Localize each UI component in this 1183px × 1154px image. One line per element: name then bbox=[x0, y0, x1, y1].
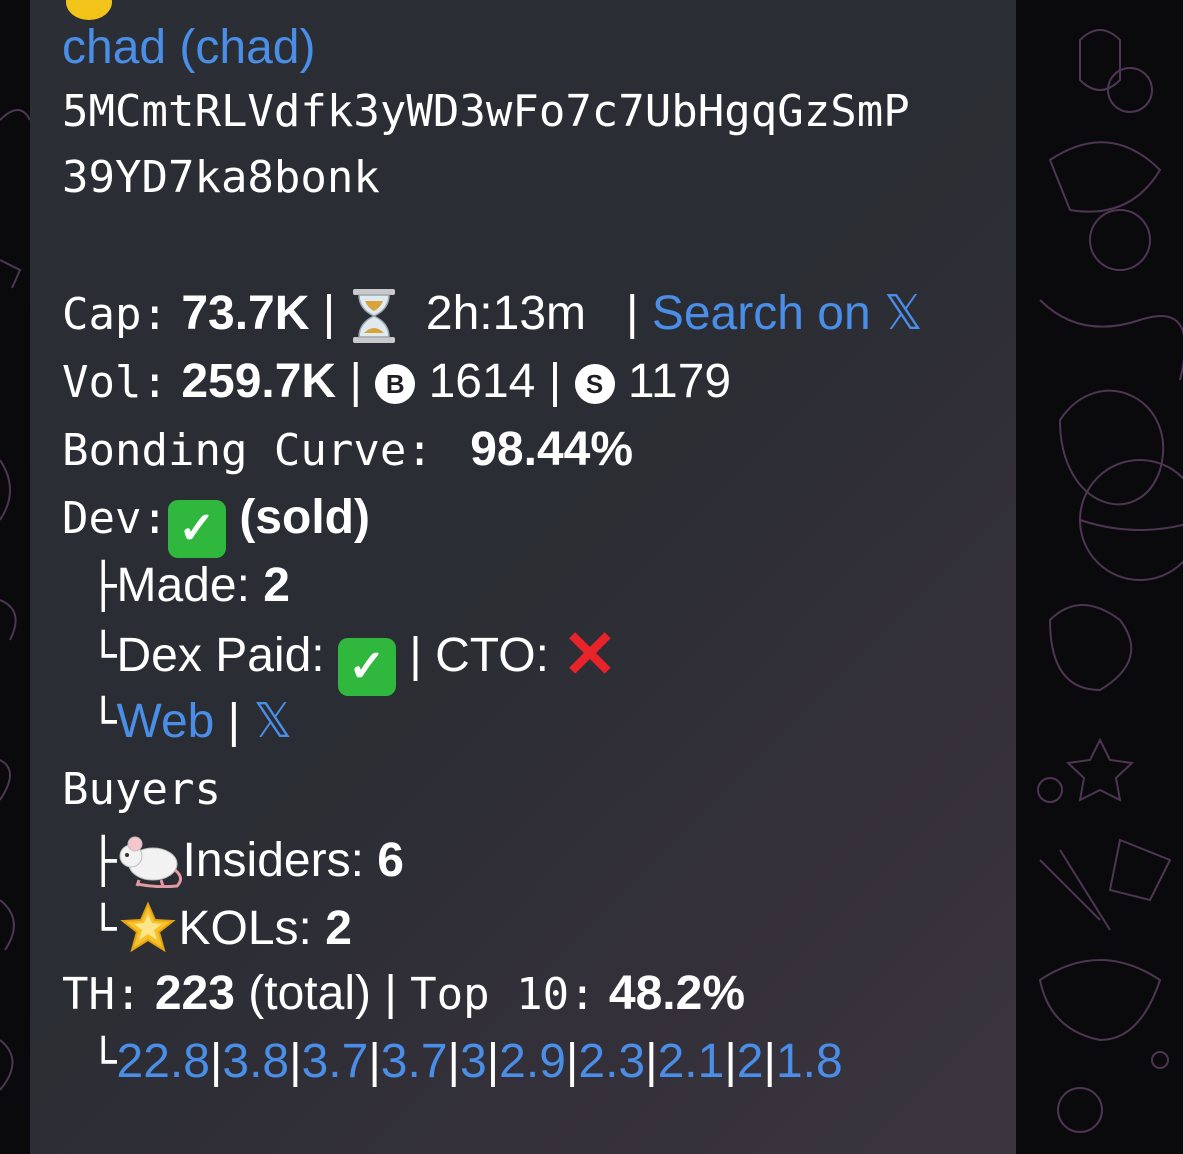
separator: | bbox=[322, 287, 349, 340]
sell-coin-icon: S bbox=[574, 364, 615, 404]
separator: | bbox=[289, 1035, 302, 1088]
separator: | bbox=[763, 1035, 776, 1088]
separator: | bbox=[209, 1035, 223, 1088]
top10-label: Top 10: bbox=[410, 969, 596, 1020]
separator: | bbox=[724, 1035, 737, 1088]
dev-row: Dev: ✓ (sold) bbox=[62, 490, 370, 558]
made-label: Made: bbox=[116, 559, 250, 612]
web-link[interactable]: Web bbox=[117, 695, 215, 748]
kols-label: KOLs: bbox=[178, 902, 312, 955]
hourglass-icon bbox=[352, 289, 395, 344]
buy-coin-icon: B bbox=[375, 364, 416, 404]
holder-link[interactable]: 3.7 bbox=[302, 1035, 369, 1088]
dex-paid-row: └Dex Paid: ✓ | CTO: ✕ bbox=[90, 617, 618, 696]
bonding-curve-label: Bonding Curve: bbox=[62, 425, 433, 476]
dev-label: Dev: bbox=[62, 493, 168, 544]
cap-value: 73.7K bbox=[181, 287, 310, 340]
bonding-curve-value: 98.44% bbox=[470, 423, 634, 476]
dev-status: (sold) bbox=[239, 491, 370, 544]
cross-icon: ✕ bbox=[562, 617, 618, 691]
top-holders-row: TH: 223 (total) | Top 10: 48.2% bbox=[62, 966, 745, 1023]
insiders-row: ├ Insiders: 6 bbox=[90, 830, 404, 890]
buyers-label: Buyers bbox=[62, 764, 221, 815]
separator: | bbox=[599, 287, 652, 340]
contract-address-line-2[interactable]: 39YD7ka8bonk bbox=[62, 150, 380, 206]
th-label: TH: bbox=[62, 969, 142, 1020]
top10-value: 48.2% bbox=[608, 967, 746, 1020]
holder-link[interactable]: 3.7 bbox=[381, 1035, 448, 1088]
holder-link[interactable]: 3 bbox=[460, 1035, 487, 1088]
holder-link[interactable]: 2.1 bbox=[658, 1035, 725, 1088]
tree-last: └ bbox=[90, 631, 117, 682]
holder-link[interactable]: 2.3 bbox=[578, 1035, 645, 1088]
token-age: 2h:13m bbox=[425, 287, 587, 340]
tree-last: └ bbox=[90, 1037, 117, 1088]
check-icon: ✓ bbox=[337, 638, 396, 696]
separator: | bbox=[349, 355, 376, 408]
dex-paid-label: Dex Paid: bbox=[116, 629, 325, 682]
separator: | bbox=[565, 1035, 579, 1088]
dev-made-row: ├Made: 2 bbox=[90, 558, 290, 615]
tree-last: └ bbox=[90, 697, 117, 748]
vol-row: Vol: 259.7K | B 1614 | S 1179 bbox=[62, 354, 731, 411]
holder-link[interactable]: 3.8 bbox=[222, 1035, 289, 1088]
check-icon: ✓ bbox=[167, 500, 226, 558]
chat-view: chad (chad) 5MCmtRLVdfk3yWD3wFo7c7UbHgqG… bbox=[0, 0, 1183, 1154]
tree-branch: ├ bbox=[90, 836, 117, 887]
holder-link[interactable]: 1.8 bbox=[776, 1035, 843, 1088]
insiders-label: Insiders: bbox=[182, 834, 364, 887]
separator: | bbox=[368, 1035, 381, 1088]
vol-value: 259.7K bbox=[181, 355, 337, 408]
separator: | bbox=[548, 355, 575, 408]
bonding-curve-row: Bonding Curve: 98.44% bbox=[62, 422, 633, 479]
cap-row: Cap: 73.7K | 2h:13m | Search on 𝕏 bbox=[62, 286, 923, 345]
contract-address-line-1[interactable]: 5MCmtRLVdfk3yWD3wFo7c7UbHgqGzSmP bbox=[62, 84, 910, 140]
links-row: └Web | 𝕏 bbox=[90, 694, 292, 751]
rat-icon bbox=[119, 836, 182, 888]
holder-link[interactable]: 2.9 bbox=[499, 1035, 566, 1088]
insiders-value: 6 bbox=[377, 834, 404, 887]
kols-row: └ KOLs: 2 bbox=[90, 898, 352, 958]
separator: | bbox=[447, 1035, 460, 1088]
tree-branch: ├ bbox=[90, 561, 117, 612]
separator: | bbox=[409, 629, 436, 682]
holders-total-suffix: (total) bbox=[248, 967, 371, 1020]
holder-link[interactable]: 2 bbox=[737, 1035, 764, 1088]
made-value: 2 bbox=[263, 559, 290, 612]
sells-count: 1179 bbox=[627, 355, 732, 408]
vol-label: Vol: bbox=[62, 357, 168, 408]
buys-count: 1614 bbox=[428, 355, 536, 408]
x-logo-icon[interactable]: 𝕏 bbox=[884, 287, 923, 340]
sender-link[interactable]: chad (chad) bbox=[62, 20, 315, 76]
kols-value: 2 bbox=[325, 902, 352, 955]
separator: | bbox=[645, 1035, 658, 1088]
cto-label: CTO: bbox=[435, 629, 549, 682]
x-logo-icon[interactable]: 𝕏 bbox=[253, 695, 292, 748]
tree-last: └ bbox=[90, 904, 117, 955]
cap-label: Cap: bbox=[62, 289, 168, 340]
separator: | bbox=[486, 1035, 500, 1088]
separator: | bbox=[227, 695, 254, 748]
holder-link[interactable]: 22.8 bbox=[117, 1035, 210, 1088]
sender-emoji-icon bbox=[66, 0, 112, 20]
holders-total: 223 bbox=[154, 967, 235, 1020]
top-holders-list: └22.8|3.8|3.7|3.7|3|2.9|2.3|2.1|2|1.8 bbox=[90, 1034, 843, 1091]
separator: | bbox=[384, 967, 411, 1020]
star-icon bbox=[119, 901, 176, 953]
search-on-x-link[interactable]: Search on bbox=[652, 287, 871, 340]
